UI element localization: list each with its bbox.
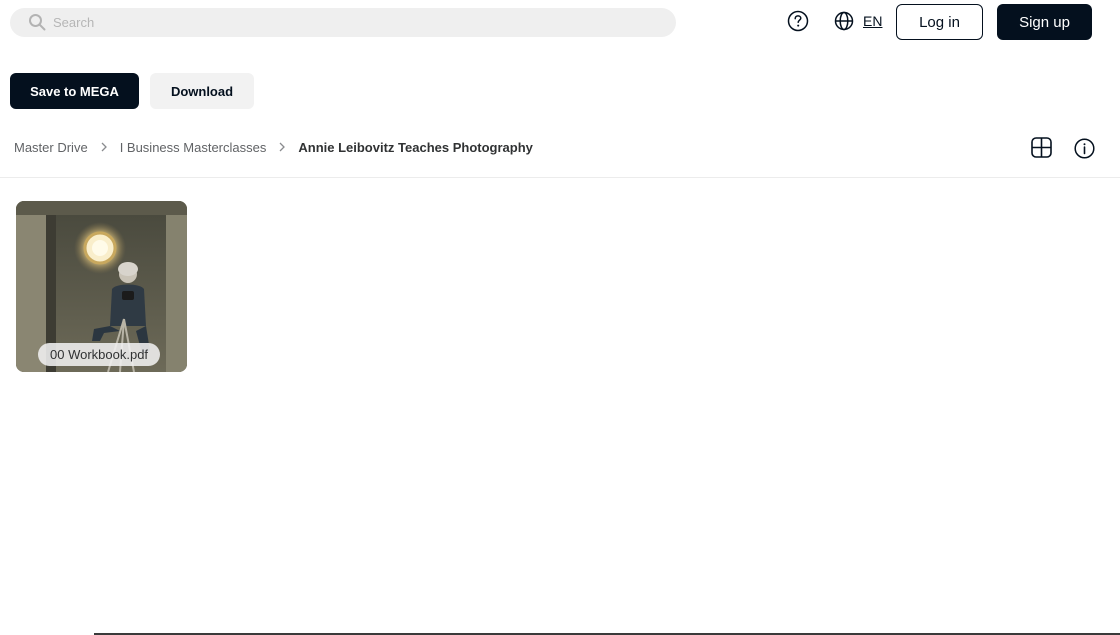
- grid-view-icon[interactable]: [1031, 137, 1052, 158]
- breadcrumb: Master Drive I Business Masterclasses An…: [14, 138, 533, 156]
- file-name-label: 00 Workbook.pdf: [38, 343, 161, 366]
- header-divider: [0, 177, 1120, 178]
- search-icon: [29, 14, 46, 31]
- login-button[interactable]: Log in: [896, 4, 983, 40]
- language-code: EN: [863, 13, 883, 29]
- file-tile[interactable]: 00 Workbook.pdf: [16, 201, 187, 372]
- help-icon[interactable]: [787, 10, 809, 32]
- signup-button[interactable]: Sign up: [997, 4, 1092, 40]
- globe-icon: [834, 11, 854, 31]
- download-button[interactable]: Download: [150, 73, 254, 109]
- info-icon[interactable]: [1074, 138, 1095, 159]
- language-selector[interactable]: EN: [834, 10, 882, 32]
- chevron-right-icon: [279, 142, 286, 152]
- breadcrumb-item-master-drive[interactable]: Master Drive: [14, 140, 88, 155]
- save-to-mega-button[interactable]: Save to MEGA: [10, 73, 139, 109]
- chevron-right-icon: [101, 142, 107, 152]
- breadcrumb-item-business-masterclasses[interactable]: I Business Masterclasses: [120, 140, 267, 155]
- breadcrumb-item-current-folder: Annie Leibovitz Teaches Photography: [298, 139, 533, 155]
- search-input[interactable]: [53, 8, 653, 37]
- search-bar[interactable]: [10, 8, 676, 37]
